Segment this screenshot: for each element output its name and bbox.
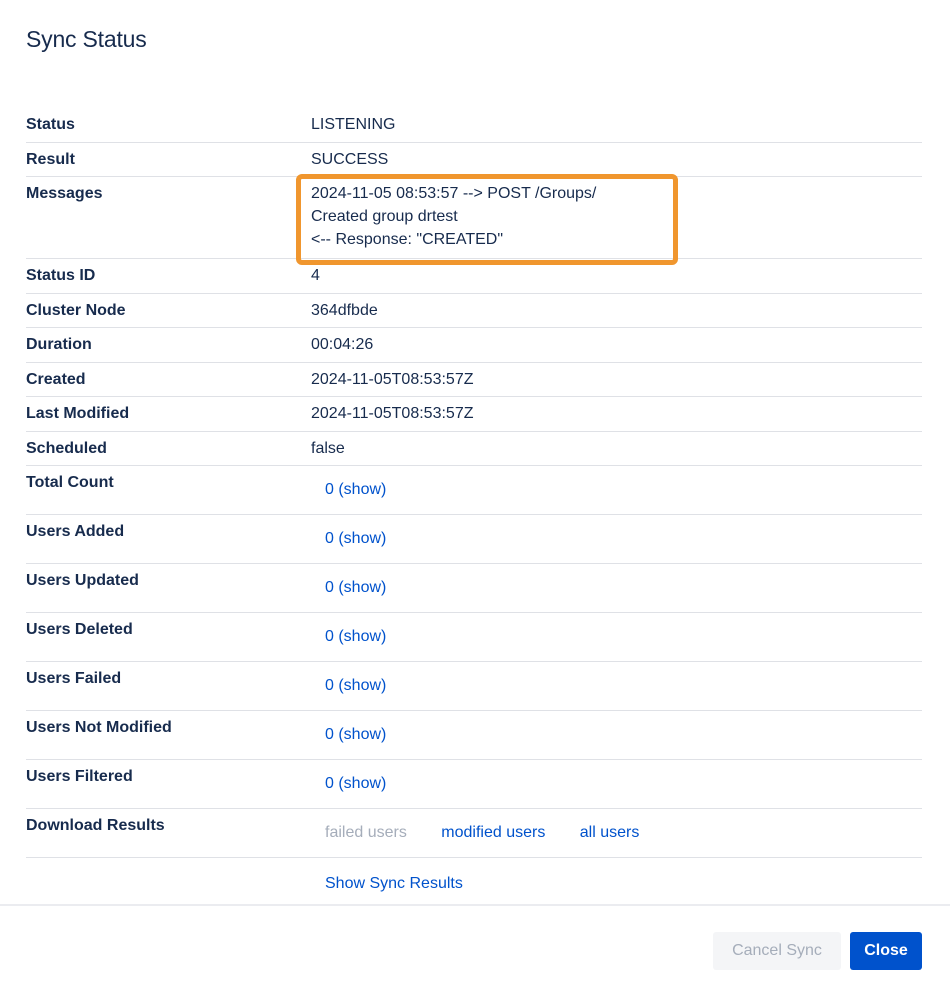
scheduled-value: false (311, 439, 345, 457)
users-deleted-row: Users Deleted 0 (show) (26, 613, 922, 662)
users-deleted-label: Users Deleted (26, 621, 133, 638)
download-results-label: Download Results (26, 817, 165, 834)
users-filtered-label: Users Filtered (26, 768, 133, 785)
status-value: LISTENING (311, 116, 396, 133)
users-filtered-row: Users Filtered 0 (show) (26, 760, 922, 809)
messages-label: Messages (26, 185, 103, 202)
total-count-label: Total Count (26, 474, 114, 491)
status-id-value: 4 (311, 267, 320, 284)
sync-properties-table: Status LISTENING Result SUCCESS Messages… (26, 108, 922, 905)
created-value: 2024-11-05T08:53:57Z (311, 370, 474, 388)
duration-label: Duration (26, 336, 92, 353)
created-row: Created 2024-11-05T08:53:57Z (26, 363, 922, 397)
download-links: failed users modified users all users (311, 816, 922, 857)
users-not-modified-label: Users Not Modified (26, 719, 172, 736)
messages-highlight-box (296, 174, 678, 265)
users-deleted-show-link[interactable]: 0 (show) (325, 628, 386, 645)
modified-users-link[interactable]: modified users (441, 824, 545, 841)
duration-row: Duration 00:04:26 (26, 328, 922, 363)
users-not-modified-show-link[interactable]: 0 (show) (325, 726, 386, 743)
scheduled-row: Scheduled false (26, 432, 922, 466)
failed-users-link: failed users (325, 824, 407, 841)
users-failed-show-link[interactable]: 0 (show) (325, 677, 386, 694)
show-sync-results-row: Show Sync Results (26, 858, 922, 905)
users-updated-label: Users Updated (26, 572, 139, 589)
show-sync-results-link[interactable]: Show Sync Results (325, 875, 463, 892)
dialog-title: Sync Status (26, 26, 147, 52)
cancel-sync-button[interactable]: Cancel Sync (713, 932, 841, 970)
result-value: SUCCESS (311, 150, 389, 168)
users-added-label: Users Added (26, 523, 125, 540)
cluster-node-label: Cluster Node (26, 301, 126, 319)
last-modified-label: Last Modified (26, 405, 130, 422)
status-row: Status LISTENING (26, 108, 922, 143)
cluster-node-row: Cluster Node 364dfbde (26, 294, 922, 328)
cluster-node-value: 364dfbde (311, 301, 378, 319)
created-label: Created (26, 370, 86, 388)
total-count-row: Total Count 0 (show) (26, 466, 922, 515)
scheduled-label: Scheduled (26, 439, 107, 457)
users-updated-row: Users Updated 0 (show) (26, 564, 922, 613)
last-modified-value: 2024-11-05T08:53:57Z (311, 405, 474, 422)
empty-label (26, 874, 311, 905)
download-results-row: Download Results failed users modified u… (26, 809, 922, 858)
all-users-link[interactable]: all users (580, 824, 640, 841)
dialog-footer: Cancel Sync Close (0, 904, 950, 998)
status-label: Status (26, 116, 75, 133)
users-filtered-show-link[interactable]: 0 (show) (325, 775, 386, 792)
result-row: Result SUCCESS (26, 143, 922, 177)
duration-value: 00:04:26 (311, 336, 374, 353)
users-updated-show-link[interactable]: 0 (show) (325, 579, 386, 596)
users-not-modified-row: Users Not Modified 0 (show) (26, 711, 922, 760)
users-failed-label: Users Failed (26, 670, 122, 687)
users-failed-row: Users Failed 0 (show) (26, 662, 922, 711)
users-added-row: Users Added 0 (show) (26, 515, 922, 564)
last-modified-row: Last Modified 2024-11-05T08:53:57Z (26, 397, 922, 432)
total-count-show-link[interactable]: 0 (show) (325, 481, 386, 498)
close-button[interactable]: Close (850, 932, 922, 970)
result-label: Result (26, 150, 75, 168)
users-added-show-link[interactable]: 0 (show) (325, 530, 386, 547)
status-id-label: Status ID (26, 267, 96, 284)
